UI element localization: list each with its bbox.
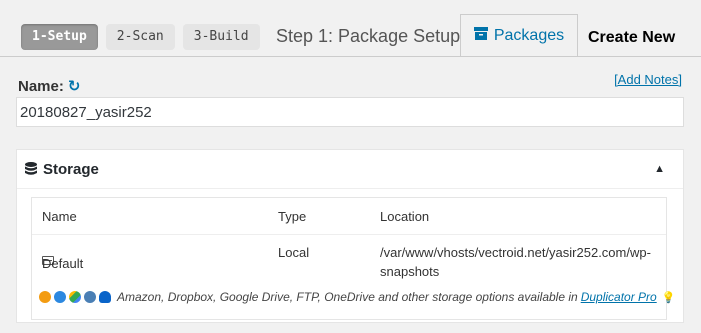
duplicator-pro-link[interactable]: Duplicator Pro [581,290,657,304]
database-icon [25,162,37,176]
step-2-scan[interactable]: 2-Scan [105,24,175,50]
step-1-setup[interactable]: 1-Setup [21,24,98,50]
ftp-icon [84,291,96,303]
collapse-arrow-icon[interactable]: ▲ [654,163,665,175]
table-header-row: Name Type Location [32,198,666,235]
storage-title: Storage [43,160,99,178]
name-label-group: Name: ↻ [18,77,81,96]
wizard-steps: 1-Setup 2-Scan 3-Build [21,24,260,50]
storage-type-cell: Local [278,245,310,260]
storage-table: Name Type Location Default Local /var/ww… [31,197,675,320]
package-name-input[interactable] [16,97,684,127]
page-title: Step 1: Package Setup [276,26,461,46]
storage-panel: Storage ▲ Name Type Location Default Loc… [16,149,684,323]
storage-provider-icons [39,291,111,303]
archive-icon [473,27,488,45]
promo-text: Amazon, Dropbox, Google Drive, FTP, OneD… [117,290,578,304]
column-header-name: Name [42,209,77,224]
dropbox-icon [54,291,66,303]
pro-storage-promo: Amazon, Dropbox, Google Drive, FTP, OneD… [39,290,675,304]
column-header-type: Type [278,209,307,224]
table-row: Default Local /var/www/vhosts/vectroid.n… [32,234,666,284]
onedrive-icon [99,291,111,303]
add-notes-link[interactable]: [Add Notes] [614,72,682,87]
column-header-location: Location [380,209,430,224]
tab-packages[interactable]: Packages [460,14,578,57]
name-label: Name: [18,77,64,95]
refresh-icon[interactable]: ↻ [68,77,81,95]
storage-name-value: Default [42,256,84,271]
amazon-icon [39,291,51,303]
lightbulb-icon: 💡 [661,291,676,304]
tab-packages-label: Packages [493,27,565,44]
tab-create-new[interactable]: Create New [588,29,675,47]
storage-header[interactable]: Storage ▲ [17,150,683,189]
tab-divider [0,56,701,57]
step-3-build[interactable]: 3-Build [182,24,260,50]
google-drive-icon [69,291,81,303]
storage-location-cell: /var/www/vhosts/vectroid.net/yasir252.co… [380,245,651,279]
